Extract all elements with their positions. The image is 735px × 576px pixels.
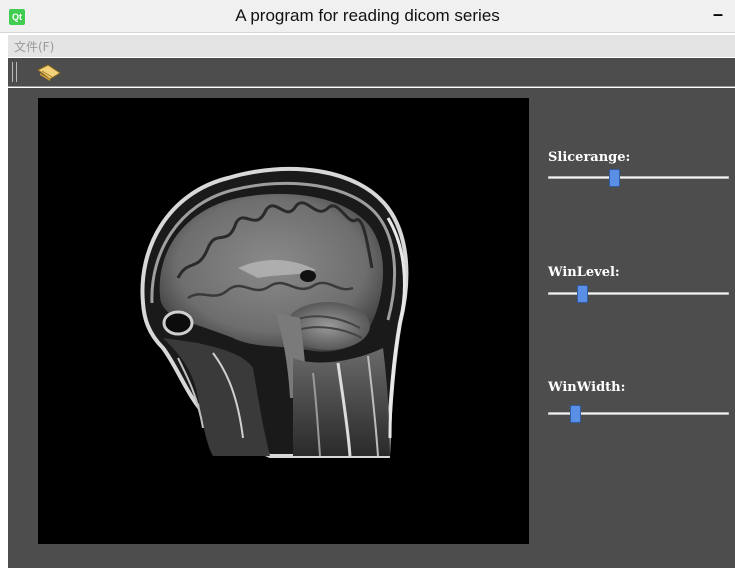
winwidth-slider[interactable]	[548, 405, 729, 423]
menu-file[interactable]: 文件(F)	[14, 38, 54, 55]
slicerange-slider[interactable]	[548, 169, 729, 187]
minimize-button[interactable]: –	[707, 4, 729, 26]
dicom-image-viewer[interactable]	[38, 98, 529, 544]
winwidth-label: WinWidth:	[548, 380, 626, 395]
slicerange-label: Slicerange:	[548, 150, 631, 165]
toolbar	[8, 58, 735, 87]
menu-bar: 文件(F)	[8, 35, 735, 57]
window-title: A program for reading dicom series	[235, 6, 500, 25]
winlevel-label: WinLevel:	[548, 265, 620, 280]
window-bottom-edge	[0, 568, 735, 576]
toolbar-handle[interactable]	[12, 62, 17, 82]
slider-handle[interactable]	[570, 405, 581, 423]
slider-groove	[548, 176, 729, 179]
central-panel: Slicerange: WinLevel: WinWidth:	[8, 88, 735, 568]
slider-groove	[548, 292, 729, 295]
open-folder-icon[interactable]	[36, 64, 62, 82]
winlevel-slider[interactable]	[548, 285, 729, 303]
slider-handle[interactable]	[577, 285, 588, 303]
slider-handle[interactable]	[609, 169, 620, 187]
title-bar: Qt A program for reading dicom series –	[0, 0, 735, 33]
